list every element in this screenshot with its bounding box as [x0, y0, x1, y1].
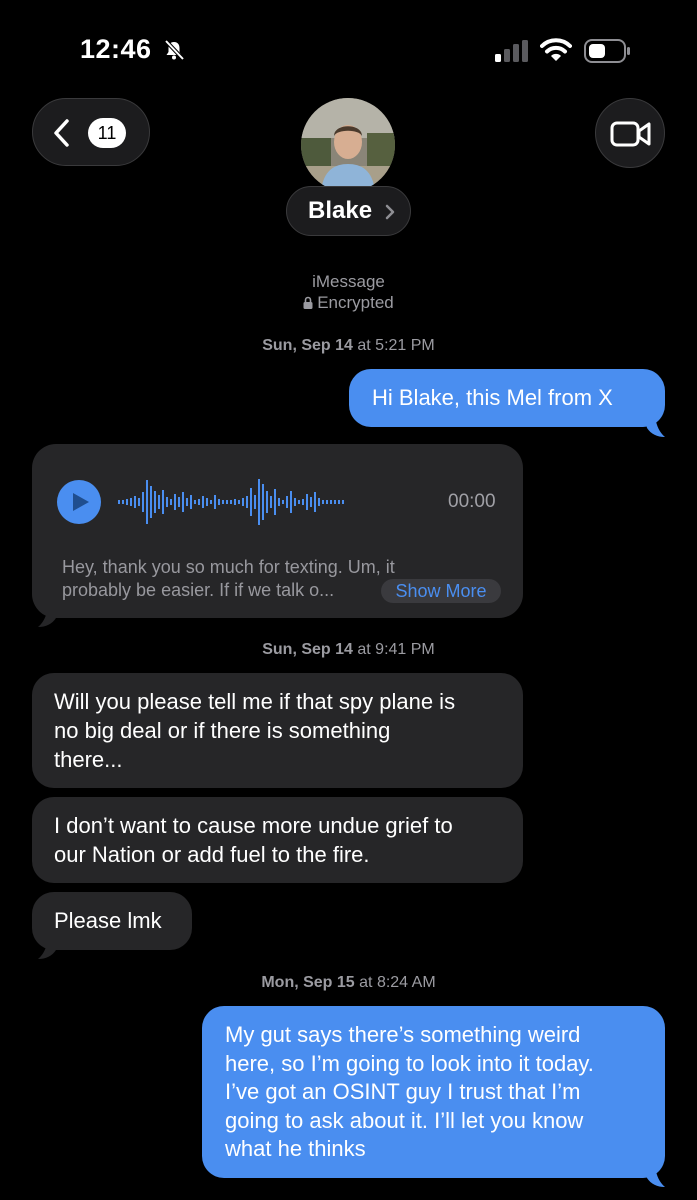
chevron-left-icon — [54, 119, 69, 147]
encryption-text: Encrypted — [317, 293, 394, 312]
waveform-icon — [118, 479, 344, 525]
timestamp-day: Mon, Sep 15 — [261, 974, 355, 991]
bubble-tail — [38, 608, 58, 627]
battery-icon — [584, 39, 630, 63]
message-text: Hi Blake, this Mel from X — [372, 385, 613, 410]
contact-name: Blake — [308, 197, 373, 224]
service-label: iMessage — [312, 272, 385, 291]
timestamp-day: Sun, Sep 14 — [262, 337, 353, 354]
lock-icon — [303, 296, 313, 309]
timestamp: Mon, Sep 15 at 8:24 AM — [0, 974, 697, 992]
message-line: going to ask about it. I’ll let you know — [225, 1107, 584, 1133]
message-line: My gut says there’s something weird — [225, 1022, 581, 1047]
play-button[interactable] — [57, 480, 101, 524]
timestamp: Sun, Sep 14 at 5:21 PM — [0, 337, 697, 355]
audio-duration: 00:00 — [448, 491, 496, 512]
message-line: what he thinks — [225, 1136, 366, 1161]
message-line: I’ve got an OSINT guy I trust that I’m — [225, 1079, 581, 1104]
outgoing-message[interactable]: Hi Blake, this Mel from X — [349, 369, 665, 427]
avatar[interactable] — [301, 98, 395, 192]
chevron-right-icon — [385, 204, 395, 220]
incoming-message[interactable]: Will you please tell me if that spy plan… — [32, 673, 523, 788]
video-call-button[interactable] — [595, 98, 665, 168]
back-button[interactable]: 11 — [32, 98, 150, 166]
encryption-label: Encrypted — [0, 293, 697, 313]
transcript-line: Hey, thank you so much for texting. Um, … — [62, 557, 395, 577]
contact-name-button[interactable]: Blake — [286, 186, 411, 236]
message-line: here, so I’m going to look into it today… — [225, 1050, 594, 1076]
message-line: I don’t want to cause more undue grief t… — [54, 813, 453, 838]
timestamp-time: at 5:21 PM — [352, 337, 435, 354]
bell-slash-icon — [164, 39, 185, 61]
unread-badge: 11 — [88, 118, 126, 148]
show-more-button[interactable]: Show More — [381, 579, 501, 603]
timestamp-day: Sun, Sep 14 — [262, 641, 353, 658]
audio-message[interactable]: 00:00 Hey, thank you so much for texting… — [32, 444, 523, 618]
message-line: Please lmk — [54, 908, 162, 933]
bubble-tail — [38, 940, 58, 959]
outgoing-message[interactable]: My gut says there’s something weird here… — [202, 1006, 665, 1178]
status-time: 12:46 — [80, 34, 152, 64]
bubble-tail — [645, 1168, 665, 1187]
timestamp-time: at 8:24 AM — [354, 974, 436, 991]
video-camera-icon — [610, 121, 651, 147]
message-line: Will you please tell me if that spy plan… — [54, 689, 456, 714]
incoming-message[interactable]: I don’t want to cause more undue grief t… — [32, 797, 523, 883]
bubble-tail — [645, 418, 665, 437]
message-line: there... — [54, 747, 123, 772]
play-icon — [73, 493, 89, 511]
message-line: our Nation or add fuel to the fire. — [54, 842, 370, 867]
timestamp: Sun, Sep 14 at 9:41 PM — [0, 641, 697, 659]
wifi-icon — [540, 38, 572, 61]
timestamp-time: at 9:41 PM — [352, 641, 435, 658]
signal-icon — [495, 40, 528, 62]
message-line: no big deal or if there is something — [54, 718, 391, 743]
